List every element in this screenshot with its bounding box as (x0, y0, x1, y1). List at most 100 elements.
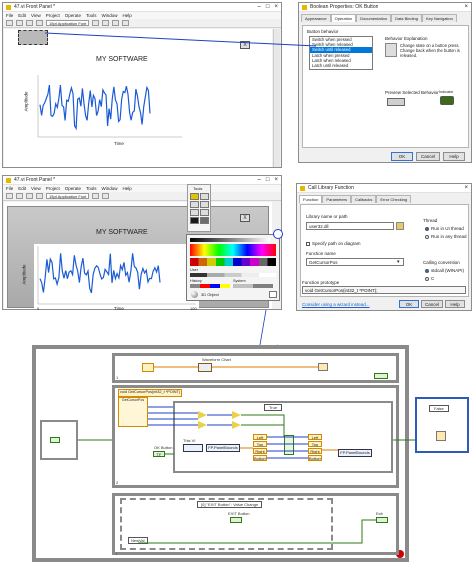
menu-view[interactable]: View (31, 186, 41, 191)
tab-callbacks[interactable]: Callbacks (351, 195, 377, 203)
close-icon[interactable]: × (464, 185, 468, 191)
chevron-down-icon[interactable]: ▾ (397, 259, 400, 265)
pause-icon[interactable] (36, 193, 43, 199)
shortcut-tool-icon[interactable] (200, 209, 209, 216)
tab-key-navigation[interactable]: Key Navigation (421, 14, 457, 22)
close-icon[interactable]: × (274, 4, 278, 10)
font-select[interactable]: 15pt Application Font (46, 20, 90, 26)
cancel-button[interactable]: Cancel (421, 300, 443, 308)
conv-c-radio[interactable]: C (425, 276, 434, 281)
menu-tools[interactable]: Tools (86, 13, 97, 18)
function-name-select[interactable]: GetCursorPos (306, 258, 404, 266)
conv-stdcall-radio[interactable]: stdcall (WINAPI) (425, 268, 464, 273)
menu-file[interactable]: File (6, 13, 13, 18)
3d-object-icon[interactable] (191, 291, 198, 298)
tab-data-binding[interactable]: Data Binding (391, 14, 422, 22)
ok-button-selected[interactable] (18, 30, 48, 45)
close-icon[interactable]: × (464, 4, 468, 10)
minimize-icon[interactable]: – (258, 177, 261, 183)
event-case-selector[interactable]: [0] "EXIT Button": Value Change (197, 501, 263, 508)
dialog-title: Call Library Function (308, 185, 354, 191)
menu-help[interactable]: Help (123, 186, 132, 191)
menu-edit[interactable]: Edit (18, 13, 26, 18)
pause-icon[interactable] (36, 20, 43, 26)
prototype-field: void GetCursorPos(int32_t *POINT); (302, 286, 466, 294)
tab-error-checking[interactable]: Error Checking (376, 195, 412, 203)
menu-operate[interactable]: Operate (65, 13, 81, 18)
resize-icon[interactable] (112, 20, 120, 26)
ok-button[interactable]: OK (399, 300, 419, 308)
vertical-scrollbar[interactable] (273, 29, 280, 167)
tab-parameters[interactable]: Parameters (322, 195, 352, 203)
system-swatches[interactable] (233, 284, 273, 288)
ok-button[interactable]: OK (391, 152, 413, 161)
menu-operate[interactable]: Operate (65, 186, 81, 191)
x-tick-100: 100 (190, 306, 197, 311)
minimize-icon[interactable]: – (258, 4, 261, 10)
grayscale-bar[interactable] (190, 238, 270, 242)
position-tool-icon[interactable] (190, 201, 199, 208)
chart-terminal (198, 363, 212, 372)
align-icon[interactable] (92, 193, 100, 199)
thread-ui-radio[interactable]: Run in UI thread (425, 226, 464, 231)
auto-tool-icon[interactable] (190, 193, 199, 200)
text-tool-icon[interactable] (200, 201, 209, 208)
font-select[interactable]: 15pt Application Font (46, 193, 90, 199)
behavior-item[interactable]: Latch until released (310, 63, 372, 68)
library-path-input[interactable]: user32.dll (306, 222, 394, 230)
tab-appearance[interactable]: Appearance (301, 14, 331, 22)
more-colors-icon[interactable] (269, 291, 277, 298)
history-swatches[interactable] (190, 284, 230, 288)
panel-title: MY SOFTWARE (96, 229, 148, 236)
menu-file[interactable]: File (6, 186, 13, 191)
run-continuous-icon[interactable] (16, 20, 23, 26)
menu-project[interactable]: Project (46, 186, 60, 191)
tab-function[interactable]: Function (299, 195, 323, 203)
thread-any-radio[interactable]: Run in any thread (425, 234, 467, 239)
specify-path-checkbox[interactable]: Specify path on diagram (306, 241, 361, 246)
obj3d-label: 3D Object (201, 292, 219, 297)
run-continuous-icon[interactable] (16, 193, 23, 199)
color-picker[interactable]: User History System 3D Object (186, 229, 283, 301)
color-copy-icon[interactable] (200, 217, 209, 224)
tab-operation[interactable]: Operation (330, 14, 357, 22)
color-tool-icon[interactable] (190, 217, 199, 224)
reorder-icon[interactable] (122, 20, 130, 26)
false-case-selector[interactable]: False (429, 405, 449, 412)
operate-tool-icon[interactable] (200, 193, 209, 200)
browse-folder-icon[interactable] (396, 222, 404, 230)
cancel-button[interactable]: Cancel (416, 152, 440, 161)
maximize-icon[interactable]: □ (266, 177, 270, 183)
maximize-icon[interactable]: □ (266, 4, 270, 10)
wizard-link[interactable]: Consider using a wizard instead... (302, 302, 370, 307)
distribute-icon[interactable] (102, 20, 110, 26)
menu-project[interactable]: Project (46, 13, 60, 18)
menu-edit[interactable]: Edit (18, 186, 26, 191)
preview-button[interactable] (387, 98, 405, 106)
abort-icon[interactable] (26, 20, 33, 26)
close-x-button[interactable]: X (240, 41, 250, 49)
user-swatches[interactable] (190, 273, 276, 277)
eyedropper-circle-icon[interactable] (273, 229, 283, 239)
run-arrow-icon[interactable] (6, 20, 13, 26)
behavior-list[interactable]: Switch when pressed Switch when released… (309, 36, 373, 70)
menu-window[interactable]: Window (102, 13, 118, 18)
tab-documentation[interactable]: Documentation (356, 14, 392, 22)
run-arrow-icon[interactable] (6, 193, 13, 199)
wire-tool-icon[interactable] (190, 209, 199, 216)
swatch-grid[interactable] (190, 258, 276, 266)
true-case-selector[interactable]: True (264, 404, 283, 411)
abort-icon[interactable] (26, 193, 33, 199)
menu-view[interactable]: View (31, 13, 41, 18)
help-button[interactable]: Help (443, 152, 465, 161)
help-button[interactable]: Help (445, 300, 465, 308)
distribute-icon[interactable] (102, 193, 110, 199)
front-panel-canvas[interactable]: X MY SOFTWARE Amplitude Time (4, 29, 272, 167)
close-icon[interactable]: × (274, 177, 278, 183)
menu-help[interactable]: Help (123, 13, 132, 18)
align-icon[interactable] (92, 20, 100, 26)
menu-tools[interactable]: Tools (86, 186, 97, 191)
close-x-button[interactable]: X (240, 214, 250, 222)
hue-spectrum[interactable] (190, 244, 276, 256)
menu-window[interactable]: Window (102, 186, 118, 191)
